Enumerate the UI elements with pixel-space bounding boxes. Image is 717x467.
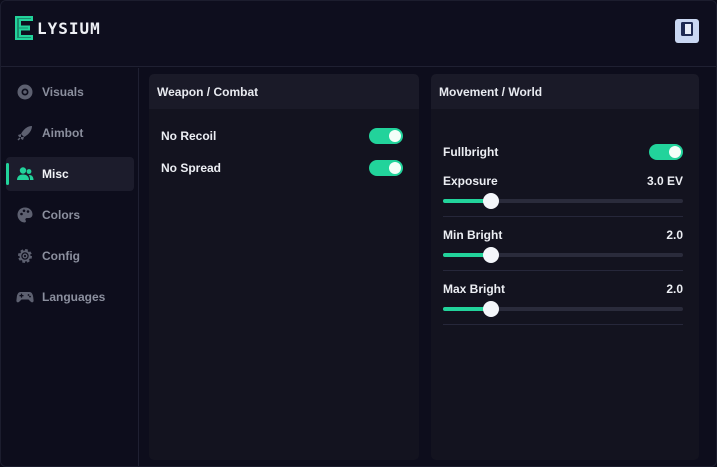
panel-title: Weapon / Combat <box>149 74 419 109</box>
no-spread-row: No Spread <box>161 158 403 178</box>
min-bright-value: 2.0 <box>666 228 683 242</box>
slider-handle[interactable] <box>483 247 499 263</box>
panel-title: Movement / World <box>431 74 699 109</box>
slider-handle[interactable] <box>483 193 499 209</box>
eye-icon <box>16 83 34 101</box>
header: LYSIUM <box>1 1 716 67</box>
sidebar-item-aimbot[interactable]: Aimbot <box>6 116 134 150</box>
sidebar-item-label: Colors <box>42 208 81 222</box>
min-bright-label: Min Bright <box>443 228 503 242</box>
max-bright-value: 2.0 <box>666 282 683 296</box>
movement-world-panel: Movement / World Fullbright Exposure 3.0… <box>431 74 699 460</box>
sidebar-item-label: Visuals <box>42 85 84 99</box>
sidebar-item-colors[interactable]: Colors <box>6 198 134 232</box>
sidebar-item-misc[interactable]: Misc <box>6 157 134 191</box>
docs-button[interactable] <box>675 19 699 43</box>
app-window: LYSIUM Visuals Aimbot Misc Colors Config… <box>0 0 717 467</box>
max-bright-slider[interactable] <box>443 301 683 317</box>
no-recoil-toggle[interactable] <box>369 128 403 144</box>
sidebar-item-label: Aimbot <box>42 126 84 140</box>
rocket-icon <box>16 124 34 142</box>
weapon-combat-panel: Weapon / Combat No Recoil No Spread <box>149 74 419 460</box>
divider <box>443 270 683 271</box>
max-bright-slider-block: Max Bright 2.0 <box>443 281 683 317</box>
sidebar-item-label: Languages <box>42 290 106 304</box>
gamepad-icon <box>16 288 34 306</box>
sidebar-item-label: Misc <box>42 167 69 181</box>
divider <box>443 324 683 325</box>
exposure-label: Exposure <box>443 174 498 188</box>
no-spread-label: No Spread <box>161 161 222 175</box>
gear-icon <box>16 247 34 265</box>
slider-handle[interactable] <box>483 301 499 317</box>
min-bright-slider-block: Min Bright 2.0 <box>443 227 683 263</box>
no-recoil-row: No Recoil <box>161 126 403 146</box>
sidebar-item-label: Config <box>42 249 80 263</box>
max-bright-label: Max Bright <box>443 282 506 296</box>
sidebar-item-config[interactable]: Config <box>6 239 134 273</box>
sidebar-item-visuals[interactable]: Visuals <box>6 75 134 109</box>
no-spread-toggle[interactable] <box>369 160 403 176</box>
min-bright-slider[interactable] <box>443 247 683 263</box>
fullbright-row: Fullbright <box>443 142 683 162</box>
sidebar: Visuals Aimbot Misc Colors Config Langua… <box>1 68 139 466</box>
exposure-value: 3.0 EV <box>646 174 683 188</box>
sidebar-item-languages[interactable]: Languages <box>6 280 134 314</box>
palette-icon <box>16 206 34 224</box>
fullbright-toggle[interactable] <box>649 144 683 160</box>
fullbright-label: Fullbright <box>443 145 499 159</box>
elysium-logo-icon <box>13 15 35 41</box>
exposure-slider[interactable] <box>443 193 683 209</box>
logo: LYSIUM <box>13 15 101 41</box>
brand-name: LYSIUM <box>37 18 101 38</box>
users-icon <box>16 165 34 183</box>
divider <box>443 216 683 217</box>
no-recoil-label: No Recoil <box>161 129 217 143</box>
book-icon <box>680 21 694 42</box>
exposure-slider-block: Exposure 3.0 EV <box>443 173 683 209</box>
